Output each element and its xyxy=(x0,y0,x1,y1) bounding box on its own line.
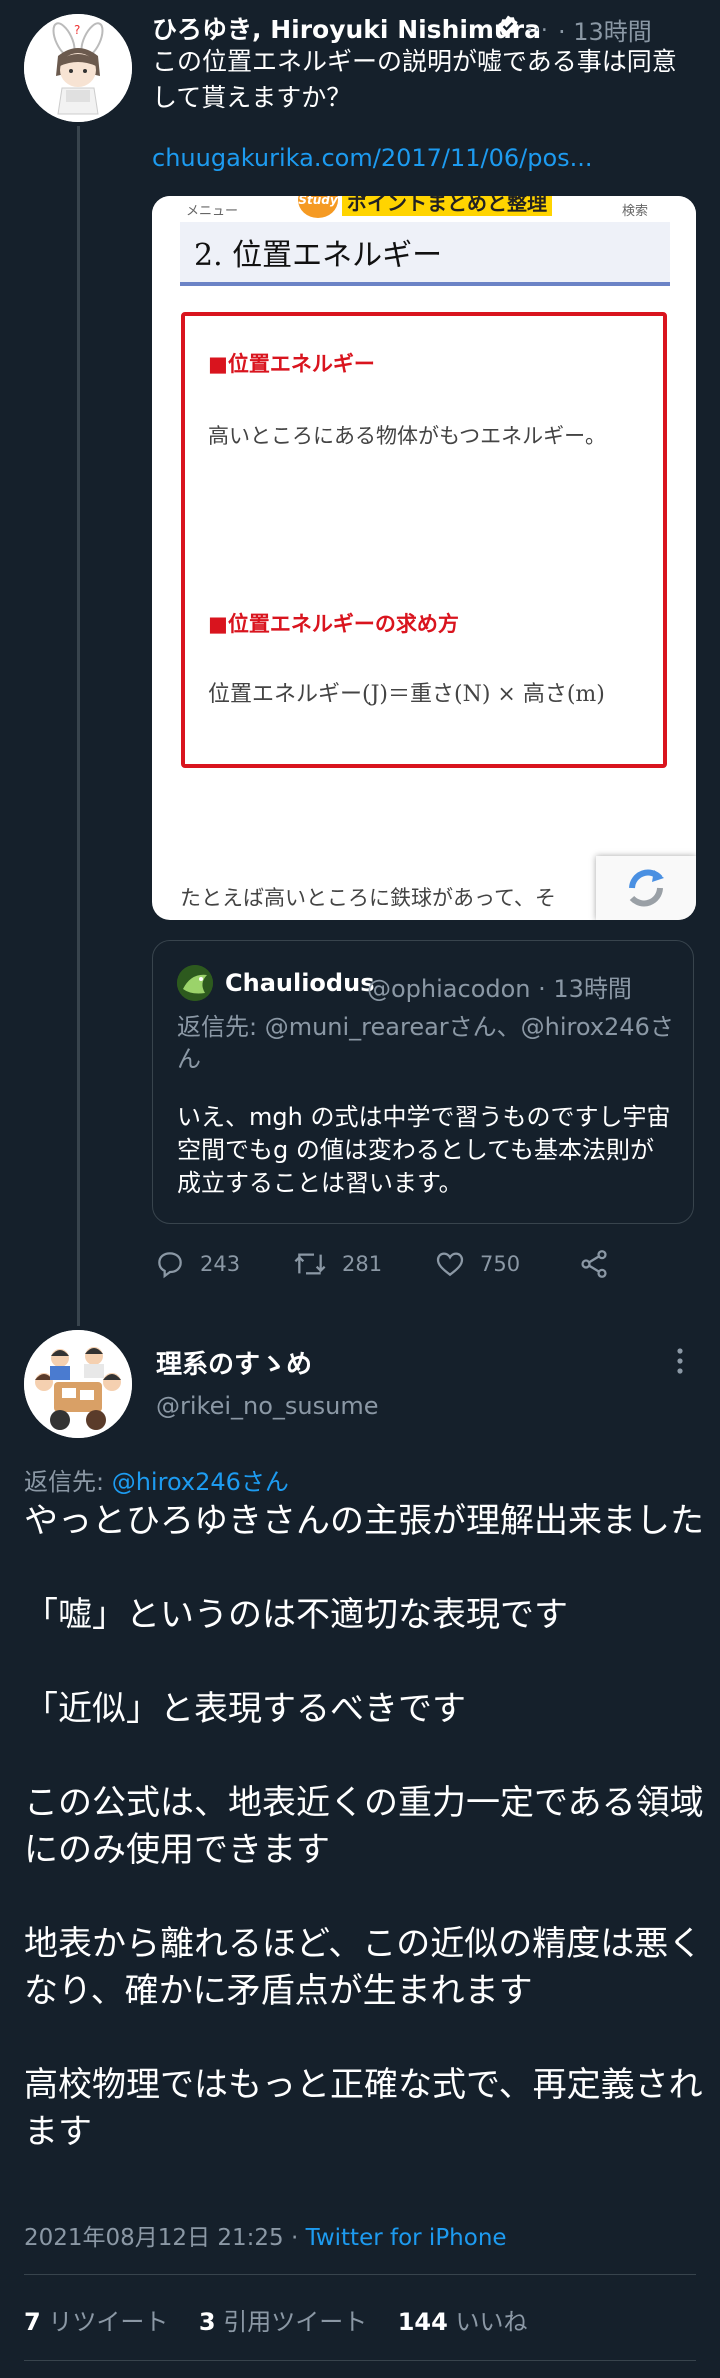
avatar[interactable] xyxy=(24,1330,132,1438)
group-illustration-icon xyxy=(24,1330,132,1438)
retweet-icon xyxy=(294,1253,326,1275)
attached-image[interactable]: メニュー 検索 Study ポイントまとめと整理 2. 位置エネルギー ■位置エ… xyxy=(152,196,696,920)
tweet-text: この位置エネルギーの説明が嘘である事は同意して貰えますか？ xyxy=(152,47,677,112)
quoted-display-name: Chauliodus xyxy=(225,969,375,997)
display-name[interactable]: 理系のすゝめ xyxy=(156,1344,312,1381)
display-name[interactable]: ひろゆき, Hiroyuki Nishimura xyxy=(152,10,541,46)
quoted-tweet-text: いえ、mgh の式は中学で習うものですし宇宙空間でもg の値は変わるとしても基本… xyxy=(177,1103,671,1197)
retweet-button[interactable]: 281 xyxy=(292,1244,382,1284)
reply-to: 返信先: @hirox246さん xyxy=(24,1462,289,1497)
reply-icon xyxy=(158,1252,182,1279)
image-search-text: 検索 xyxy=(622,204,649,219)
timestamp[interactable]: · 13時間 xyxy=(558,12,652,47)
quoted-reply-to: 返信先: @muni_rearearさん、@hirox246さん xyxy=(177,1013,674,1073)
tweet-client[interactable]: Twitter for iPhone xyxy=(306,2225,507,2251)
quoted-tweet[interactable]: Chauliodus @ophiacodon · 13時間 返信先: @muni… xyxy=(152,940,694,1224)
reply-to-handle[interactable]: @hirox246さん xyxy=(112,1468,289,1496)
user-handle[interactable]: @rikei_no_susume xyxy=(156,1392,378,1420)
divider xyxy=(24,2274,696,2275)
quoted-handle: @ophiacodon · 13時間 xyxy=(367,975,632,1003)
reply-count: 243 xyxy=(200,1252,241,1276)
retweet-count: 281 xyxy=(342,1252,383,1276)
tweet-text: やっとひろゆきさんの主張が理解出来ました 「嘘」というのは不適切な表現です 「近… xyxy=(24,1501,704,2152)
likes-stat[interactable]: 144 いいね xyxy=(398,2308,528,2336)
quoted-avatar xyxy=(177,965,213,1001)
image-section-title: ■位置エネルギーの求め方 xyxy=(208,612,459,636)
tweet-date[interactable]: 2021年08月12日 21:25 · xyxy=(24,2225,306,2251)
name-truncation: … xyxy=(526,12,548,37)
more-vertical-icon xyxy=(677,1348,683,1374)
reply-to-prefix: 返信先: xyxy=(24,1468,112,1496)
tweet-meta: 2021年08月12日 21:25 · Twitter for iPhone xyxy=(24,2218,507,2252)
reply-button[interactable]: 243 xyxy=(154,1244,240,1284)
retweets-stat[interactable]: 7 リツイート xyxy=(24,2308,168,2336)
avatar[interactable]: ? xyxy=(24,14,132,122)
share-button[interactable] xyxy=(578,1244,610,1284)
avatar-illustration-icon: ? xyxy=(24,14,132,122)
like-count: 750 xyxy=(480,1252,521,1276)
quotes-stat[interactable]: 3 引用ツイート xyxy=(199,2308,367,2336)
verified-badge-icon xyxy=(498,15,518,37)
thread-line xyxy=(77,126,80,1326)
image-banner: ポイントまとめと整理 xyxy=(342,196,552,216)
fish-avatar-icon xyxy=(177,965,213,1001)
like-button[interactable]: 750 xyxy=(434,1244,520,1284)
share-icon xyxy=(581,1250,607,1278)
tweet-link[interactable]: chuugakurika.com/2017/11/06/pos... xyxy=(152,144,593,172)
image-formula: 位置エネルギー(J)＝重さ(N) × 高さ(m) xyxy=(208,682,605,707)
image-heading: 2. 位置エネルギー xyxy=(194,238,443,273)
image-definition: 高いところにある物体がもつエネルギー。 xyxy=(208,424,606,448)
tweet-stats: 7 リツイート 3 引用ツイート 144 いいね xyxy=(24,2302,527,2337)
svg-text:?: ? xyxy=(74,23,80,37)
divider xyxy=(24,2360,696,2361)
recaptcha-badge xyxy=(596,856,696,920)
heart-icon xyxy=(436,1252,464,1277)
recaptcha-icon xyxy=(629,869,664,907)
image-menu-text: メニュー xyxy=(186,204,239,219)
more-options-button[interactable] xyxy=(670,1342,690,1382)
image-section-title: ■位置エネルギー xyxy=(208,352,375,376)
image-body-text: たとえば高いところに鉄球があって、そ xyxy=(180,886,556,910)
